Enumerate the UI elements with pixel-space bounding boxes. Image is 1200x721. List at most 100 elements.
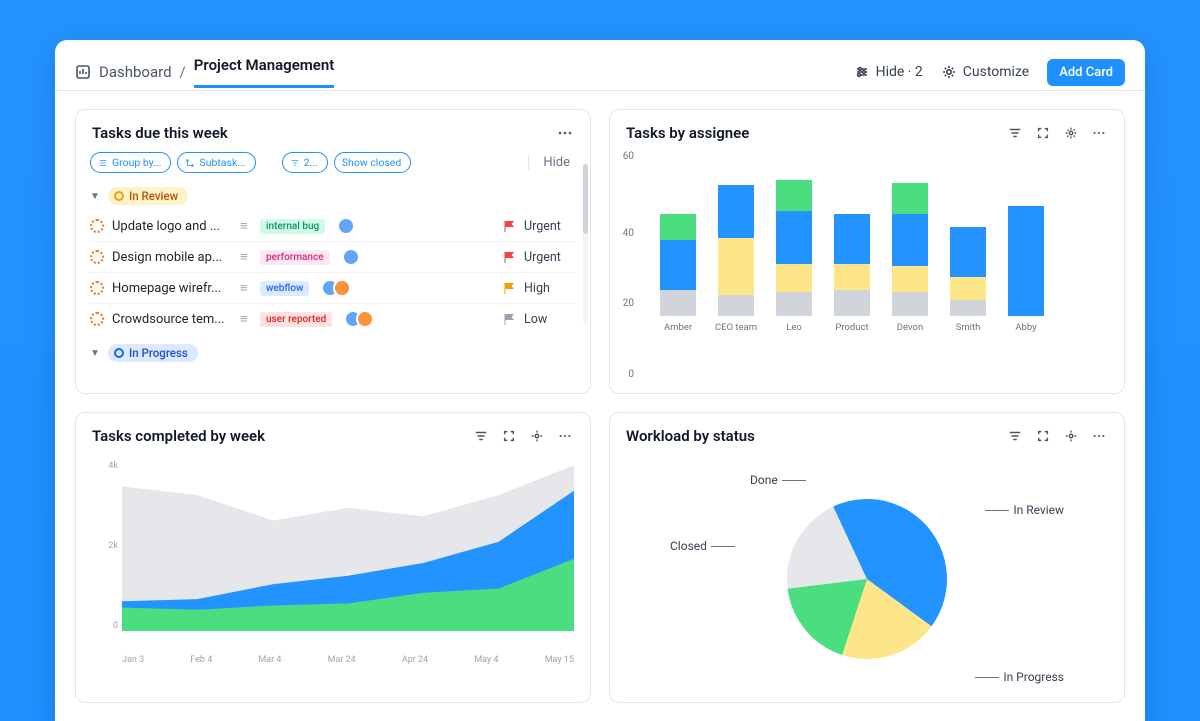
area-chart: 4k2k0 Jan 3Feb 4Mar 4Mar 24Apr 24May 4Ma… (76, 455, 590, 702)
gear-icon[interactable] (528, 427, 546, 445)
status-badge-in-review[interactable]: In Review (108, 187, 188, 205)
task-name: Design mobile ap... (112, 250, 232, 265)
list-icon: ≡ (240, 218, 252, 234)
bar-column: Leo (776, 180, 812, 333)
task-status-icon (90, 219, 104, 233)
caret-down-icon[interactable]: ▼ (90, 348, 102, 359)
filter-icon[interactable] (1006, 427, 1024, 445)
x-axis: Jan 3Feb 4Mar 4Mar 24Apr 24May 4May 15 (92, 651, 574, 665)
caret-down-icon[interactable]: ▼ (90, 191, 102, 202)
breadcrumb-current[interactable]: Project Management (194, 56, 335, 88)
pill-group-by[interactable]: Group by... (90, 152, 171, 173)
expand-icon[interactable] (500, 427, 518, 445)
task-name: Crowdsource tem... (112, 312, 232, 327)
flag-icon (502, 219, 516, 233)
y-axis: 4k2k0 (92, 461, 118, 631)
bar-column: Smith (950, 227, 986, 333)
pie-label-closed: Closed (670, 539, 735, 553)
more-icon[interactable] (1090, 427, 1108, 445)
bar-column: CEO team (718, 185, 754, 333)
dashboard-grid: Tasks due this week Group by... Subtask.… (55, 91, 1145, 721)
more-icon[interactable] (1090, 124, 1108, 142)
bar-label: Amber (664, 322, 692, 333)
avatar (342, 248, 360, 266)
task-tag: internal bug (260, 219, 325, 234)
task-priority: Low (524, 312, 576, 327)
flag-icon (502, 281, 516, 295)
card-tasks-due: Tasks due this week Group by... Subtask.… (75, 109, 591, 394)
task-status-icon (90, 312, 104, 326)
avatar (337, 217, 355, 235)
list-icon: ≡ (240, 249, 252, 265)
bar-label: CEO team (715, 322, 757, 333)
avatar (333, 279, 351, 297)
task-avatars (350, 310, 374, 328)
bar-column: Abby (1008, 206, 1044, 333)
task-status-icon (90, 281, 104, 295)
filter-icon[interactable] (1006, 124, 1024, 142)
filter-icon[interactable] (472, 427, 490, 445)
sliders-icon (854, 64, 870, 80)
hide-count-button[interactable]: Hide · 2 (854, 64, 923, 80)
bar-column: Amber (660, 214, 696, 333)
top-actions: Hide · 2 Customize Add Card (854, 59, 1125, 86)
task-tag: performance (260, 250, 330, 265)
bar-column: Product (834, 214, 870, 333)
gear-icon[interactable] (1062, 124, 1080, 142)
card-tasks-completed: Tasks completed by week 4k2k0 Jan 3Feb 4… (75, 412, 591, 703)
task-row[interactable]: Homepage wirefr... ≡ webflow High (90, 272, 576, 303)
pill-subtask[interactable]: Subtask... (177, 152, 255, 173)
breadcrumb-sep: / (180, 63, 186, 81)
breadcrumb-root[interactable]: Dashboard (99, 63, 172, 81)
bar-label: Smith (956, 322, 981, 333)
bar-chart: 6040200 AmberCEO teamLeoProductDevonSmit… (610, 152, 1124, 393)
task-priority: Urgent (524, 219, 576, 234)
pie-label-inprogress: In Progress (975, 670, 1064, 684)
hide-link[interactable]: Hide (528, 155, 576, 170)
task-row[interactable]: Design mobile ap... ≡ performance Urgent (90, 241, 576, 272)
task-avatars (348, 248, 360, 266)
task-row[interactable]: Crowdsource tem... ≡ user reported Low (90, 303, 576, 334)
gear-icon[interactable] (1062, 427, 1080, 445)
bar-column: Devon (892, 183, 928, 333)
task-status-icon (90, 250, 104, 264)
add-card-button[interactable]: Add Card (1047, 59, 1125, 86)
pill-show-closed[interactable]: Show closed (334, 152, 411, 173)
bar-label: Devon (897, 322, 923, 333)
card-tasks-by-assignee: Tasks by assignee 6040200 AmberCEO teamL… (609, 109, 1125, 394)
list-icon: ≡ (240, 280, 252, 296)
gear-icon (941, 64, 957, 80)
bar-label: Product (835, 322, 868, 333)
task-row[interactable]: Update logo and ... ≡ internal bug Urgen… (90, 211, 576, 241)
bar-label: Leo (786, 322, 802, 333)
task-name: Update logo and ... (112, 219, 232, 234)
flag-icon (502, 250, 516, 264)
task-name: Homepage wirefr... (112, 281, 232, 296)
hide-count-label: Hide · 2 (876, 64, 923, 80)
task-tag: user reported (260, 312, 332, 327)
task-avatars (327, 279, 351, 297)
task-tag: webflow (260, 281, 309, 296)
customize-button[interactable]: Customize (941, 64, 1029, 80)
expand-icon[interactable] (1034, 124, 1052, 142)
flag-icon (502, 312, 516, 326)
topbar: Dashboard / Project Management Hide · 2 … (55, 40, 1145, 90)
more-icon[interactable] (556, 427, 574, 445)
task-section-in-progress: ▼ In Progress (76, 340, 590, 368)
pie-label-inreview: In Review (985, 503, 1064, 517)
card-title: Tasks completed by week (92, 427, 265, 445)
status-badge-in-progress[interactable]: In Progress (108, 344, 198, 362)
dashboard-icon (75, 64, 91, 80)
pill-filter-count[interactable]: 2... (282, 152, 328, 173)
pie-chart: Done Closed In Review In Progress (610, 455, 1124, 702)
expand-icon[interactable] (1034, 427, 1052, 445)
task-priority: High (524, 281, 576, 296)
scrollbar[interactable] (583, 164, 588, 324)
app-window: Dashboard / Project Management Hide · 2 … (55, 40, 1145, 721)
list-icon: ≡ (240, 311, 252, 327)
task-priority: Urgent (524, 250, 576, 265)
card-title: Workload by status (626, 427, 755, 445)
task-section-in-review: ▼ In Review Update logo and ... ≡ intern… (76, 183, 590, 334)
more-icon[interactable] (556, 124, 574, 142)
breadcrumb: Dashboard / Project Management (75, 56, 334, 88)
